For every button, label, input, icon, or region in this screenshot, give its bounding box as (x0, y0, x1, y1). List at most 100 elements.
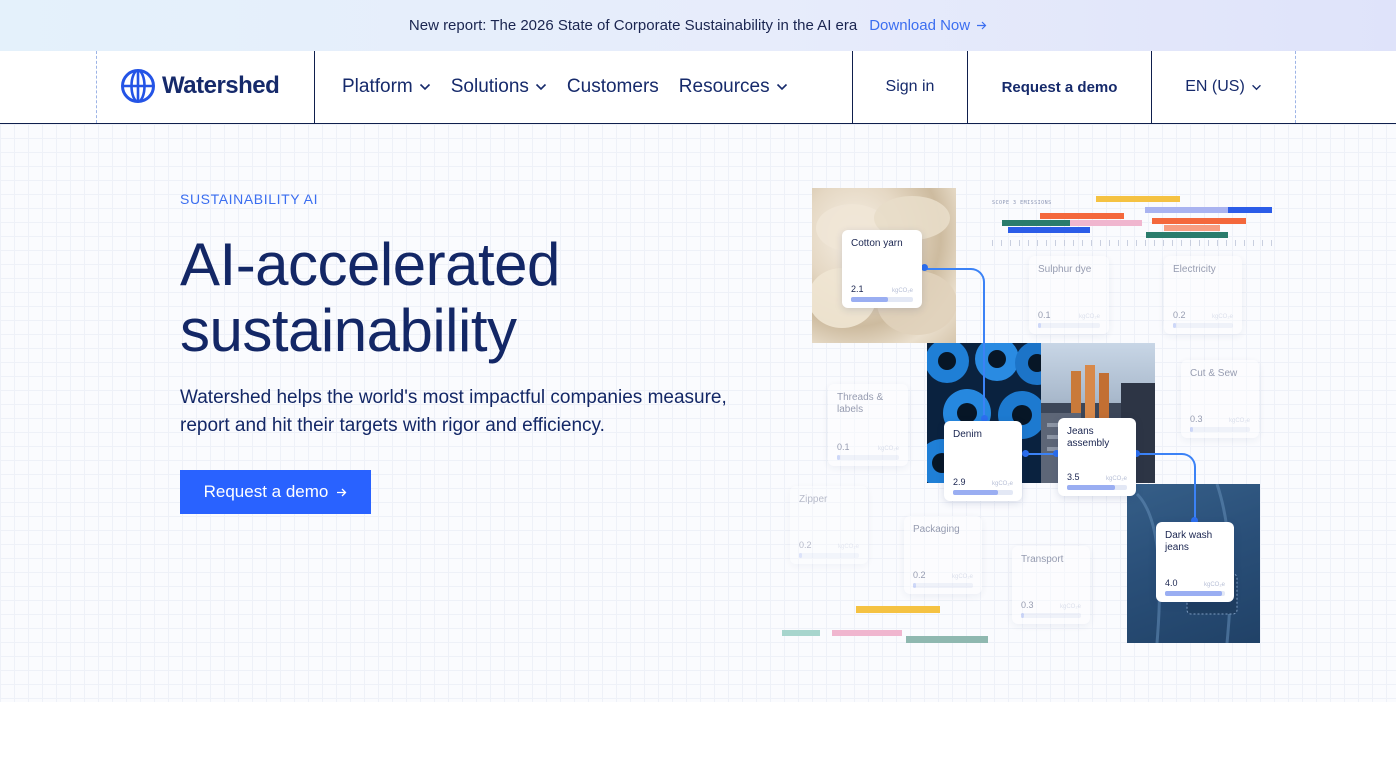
top-nav: Watershed Platform Solutions Customers R… (0, 51, 1396, 124)
hero-request-demo-button[interactable]: Request a demo (180, 470, 371, 514)
menu-item-resources[interactable]: Resources (679, 76, 788, 98)
emission-card-electricity[interactable]: Electricity 0.2 kgCO₂e (1164, 256, 1242, 334)
chevron-down-icon (419, 83, 430, 91)
card-unit: kgCO₂e (877, 446, 899, 452)
gantt-bar (1164, 225, 1220, 231)
emission-card-jeans-assembly[interactable]: Jeans assembly 3.5 kgCO₂e (1058, 418, 1136, 496)
headline-line-2: sustainability (180, 297, 517, 364)
card-bar (837, 455, 899, 460)
nav-divider (96, 51, 97, 123)
card-bar-fill (837, 455, 841, 460)
card-bar-fill (1021, 613, 1024, 618)
gantt-bar (1228, 207, 1272, 213)
chevron-down-icon (1251, 84, 1261, 90)
supply-chain-illustration: SCOPE 3 EMISSIONS Cotton yarn 2.1 kgCO₂e… (780, 184, 1280, 654)
card-value: 0.1 (1038, 310, 1051, 320)
card-value: 0.2 (913, 570, 926, 580)
connector-line (925, 268, 985, 418)
timeline-ticks (992, 240, 1272, 246)
card-bar (1021, 613, 1081, 618)
card-value: 4.0 (1165, 578, 1178, 588)
arrow-right-icon (977, 21, 987, 30)
card-title: Zipper (799, 494, 828, 505)
card-title: Threads & labels (837, 392, 884, 415)
menu-item-label: Platform (342, 76, 413, 97)
card-bar-fill (1173, 323, 1176, 328)
card-value: 0.2 (1173, 310, 1186, 320)
emission-card-cotton-yarn[interactable]: Cotton yarn 2.1 kgCO₂e (842, 230, 922, 308)
card-bar (1165, 591, 1225, 596)
language-selector[interactable]: EN (US) (1152, 51, 1295, 123)
gantt-bar (832, 630, 902, 636)
card-title: Denim (953, 429, 982, 440)
card-bar (1067, 485, 1127, 490)
nav-request-demo-button[interactable]: Request a demo (968, 51, 1151, 123)
menu-item-solutions[interactable]: Solutions (451, 76, 547, 98)
gantt-bar (782, 630, 820, 636)
menu-item-platform[interactable]: Platform (342, 76, 431, 98)
connector-line (1136, 453, 1196, 521)
card-bar-fill (1067, 485, 1115, 490)
card-value: 0.2 (799, 540, 812, 550)
card-title: Electricity (1173, 264, 1216, 275)
card-unit: kgCO₂e (891, 288, 913, 294)
emission-card-cut-sew[interactable]: Cut & Sew 0.3 kgCO₂e (1181, 360, 1259, 438)
emission-card-denim[interactable]: Denim 2.9 kgCO₂e (944, 421, 1022, 501)
headline-line-1: AI-accelerated (180, 231, 560, 298)
card-unit: kgCO₂e (1105, 476, 1127, 482)
card-bar (851, 297, 913, 302)
hero-subhead: Watershed helps the world's most impactf… (180, 387, 727, 436)
hero-cta-label: Request a demo (203, 482, 329, 501)
gantt-bar (856, 606, 940, 613)
hero-section: SUSTAINABILITY AI AI-accelerated sustain… (0, 124, 1396, 702)
card-value: 2.1 (851, 284, 864, 294)
gantt-bar (1002, 220, 1070, 226)
card-value: 2.9 (953, 477, 966, 487)
download-now-link[interactable]: Download Now (869, 17, 987, 34)
card-bar (953, 490, 1013, 495)
card-bar (799, 553, 859, 558)
menu-item-label: Resources (678, 76, 770, 97)
menu-item-label: Solutions (450, 76, 529, 97)
card-value: 0.3 (1021, 600, 1034, 610)
card-unit: kgCO₂e (951, 574, 973, 580)
card-bar-fill (913, 583, 916, 588)
card-title: Cut & Sew (1190, 368, 1238, 379)
emission-card-sulphur-dye[interactable]: Sulphur dye 0.1 kgCO₂e (1029, 256, 1109, 334)
card-title: Cotton yarn (851, 238, 903, 249)
hero-headline: AI-accelerated sustainability (180, 232, 560, 364)
emission-card-threads-labels[interactable]: Threads & labels 0.1 kgCO₂e (828, 384, 908, 466)
card-title: Sulphur dye (1038, 264, 1092, 275)
emission-card-transport[interactable]: Transport 0.3 kgCO₂e (1012, 546, 1090, 624)
announcement-text: New report: The 2026 State of Corporate … (408, 17, 858, 34)
gantt-bar (1070, 220, 1142, 226)
nav-divider (314, 51, 315, 123)
card-unit: kgCO₂e (1228, 418, 1250, 424)
gantt-bar (1008, 227, 1090, 233)
emission-card-zipper[interactable]: Zipper 0.2 kgCO₂e (790, 486, 868, 564)
emission-card-packaging[interactable]: Packaging 0.2 kgCO₂e (904, 516, 982, 594)
brand-name: Watershed (162, 72, 280, 99)
card-unit: kgCO₂e (1203, 582, 1225, 588)
gantt-bar (1152, 218, 1246, 224)
watershed-logo[interactable]: Watershed (120, 68, 280, 104)
scope3-label: SCOPE 3 EMISSIONS (992, 200, 1052, 206)
card-unit: kgCO₂e (1211, 314, 1233, 320)
menu-item-label: Customers (566, 76, 659, 97)
card-title: Packaging (913, 524, 960, 535)
menu-item-customers[interactable]: Customers (567, 76, 659, 98)
emission-card-dark-wash-jeans[interactable]: Dark wash jeans 4.0 kgCO₂e (1156, 522, 1234, 602)
card-unit: kgCO₂e (837, 544, 859, 550)
card-unit: kgCO₂e (991, 481, 1013, 487)
card-title: Transport (1021, 554, 1064, 565)
hero-eyebrow: SUSTAINABILITY AI (180, 191, 319, 207)
card-value: 3.5 (1067, 472, 1080, 482)
gantt-bar (1145, 207, 1229, 213)
card-unit: kgCO₂e (1059, 604, 1081, 610)
sign-in-link[interactable]: Sign in (853, 51, 967, 123)
card-unit: kgCO₂e (1078, 314, 1100, 320)
card-bar (1038, 323, 1100, 328)
card-bar-fill (851, 297, 889, 302)
connector-node (921, 264, 928, 271)
announcement-bar: New report: The 2026 State of Corporate … (0, 0, 1396, 51)
